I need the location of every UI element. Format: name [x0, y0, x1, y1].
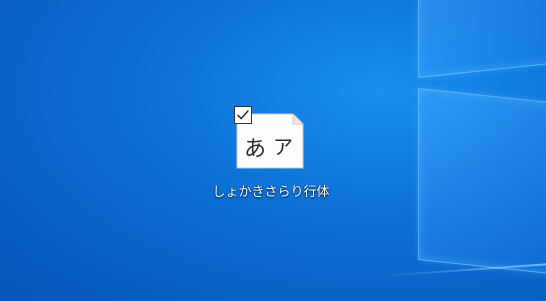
preview-glyph-katakana: ア [273, 135, 293, 159]
selection-checkbox[interactable] [234, 106, 252, 124]
windows-logo-pane-top [418, 0, 546, 78]
desktop-icon-font-file[interactable]: あ ア しょかきさらり行体 [196, 100, 346, 210]
checkmark-icon [237, 110, 249, 120]
windows-logo-pane-bottom [418, 88, 546, 278]
desktop-background[interactable]: あ ア しょかきさらり行体 [0, 0, 546, 301]
preview-glyph-hiragana: あ [244, 137, 266, 162]
desktop-icon-label[interactable]: しょかきさらり行体 [196, 184, 346, 201]
